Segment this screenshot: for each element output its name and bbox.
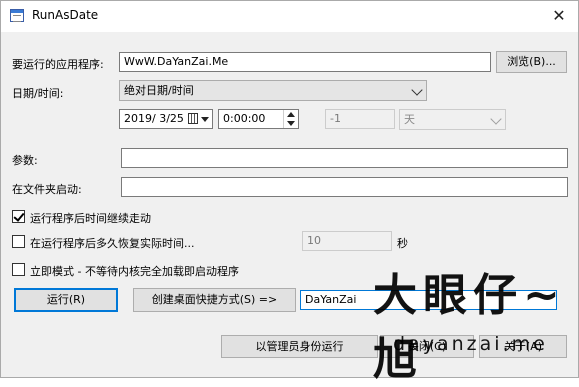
keep-running-checkbox[interactable] (12, 210, 25, 223)
watermark-url: dayanzai.me (393, 333, 548, 355)
time-picker[interactable]: 0:00:00 (218, 109, 299, 129)
checkmark-icon (13, 210, 25, 222)
date-picker[interactable]: 2019/ 3/25 (119, 109, 213, 129)
offset-unit-value: 天 (404, 113, 415, 126)
app-window-icon (10, 9, 24, 22)
runasdate-window: RunAsDate ✕ 要运行的应用程序: WwW.DaYanZai.Me 浏览… (0, 0, 579, 385)
offset-unit-select[interactable]: 天 (399, 109, 506, 130)
start-in-folder-input[interactable] (121, 177, 568, 197)
params-input[interactable] (121, 148, 568, 168)
params-label: 参数: (12, 154, 38, 167)
start-in-folder-label: 在文件夹启动: (12, 183, 82, 196)
date-dropdown-arrow-icon[interactable] (201, 117, 209, 122)
run-button[interactable]: 运行(R) (14, 288, 118, 312)
browse-button[interactable]: 浏览(B)... (496, 51, 567, 73)
restore-time-checkbox[interactable] (12, 235, 25, 248)
date-value: 2019/ 3/25 (124, 112, 184, 125)
run-as-admin-button[interactable]: 以管理员身份运行 (221, 335, 378, 358)
offset-input[interactable]: -1 (325, 109, 395, 129)
create-shortcut-button[interactable]: 创建桌面快捷方式(S) => (133, 288, 296, 312)
restore-seconds-unit: 秒 (397, 237, 408, 250)
restore-seconds-input[interactable]: 10 (302, 231, 392, 251)
datetime-mode-select[interactable]: 绝对日期/时间 (119, 80, 427, 101)
spin-up-icon[interactable] (287, 112, 295, 117)
immediate-mode-checkbox[interactable] (12, 263, 25, 276)
spin-down-icon[interactable] (287, 121, 295, 126)
app-path-input[interactable]: WwW.DaYanZai.Me (119, 52, 491, 72)
chevron-down-icon (490, 113, 502, 125)
chevron-down-icon (411, 84, 423, 96)
keep-running-label: 运行程序后时间继续走动 (30, 212, 151, 225)
datetime-label: 日期/时间: (12, 87, 64, 100)
immediate-mode-label: 立即模式 - 不等待内核完全加载即启动程序 (30, 265, 239, 278)
window-title: RunAsDate (32, 8, 99, 22)
datetime-mode-value: 绝对日期/时间 (124, 84, 194, 97)
time-spin-control[interactable] (283, 110, 298, 128)
title-bar: RunAsDate ✕ (1, 1, 578, 32)
calendar-icon[interactable] (188, 113, 198, 124)
time-value: 0:00:00 (223, 112, 266, 125)
restore-time-label: 在运行程序后多久恢复实际时间... (30, 237, 195, 250)
watermark-logo: 大眼仔~旭 (373, 270, 566, 385)
app-path-label: 要运行的应用程序: (12, 58, 104, 71)
close-window-icon[interactable]: ✕ (541, 3, 577, 29)
